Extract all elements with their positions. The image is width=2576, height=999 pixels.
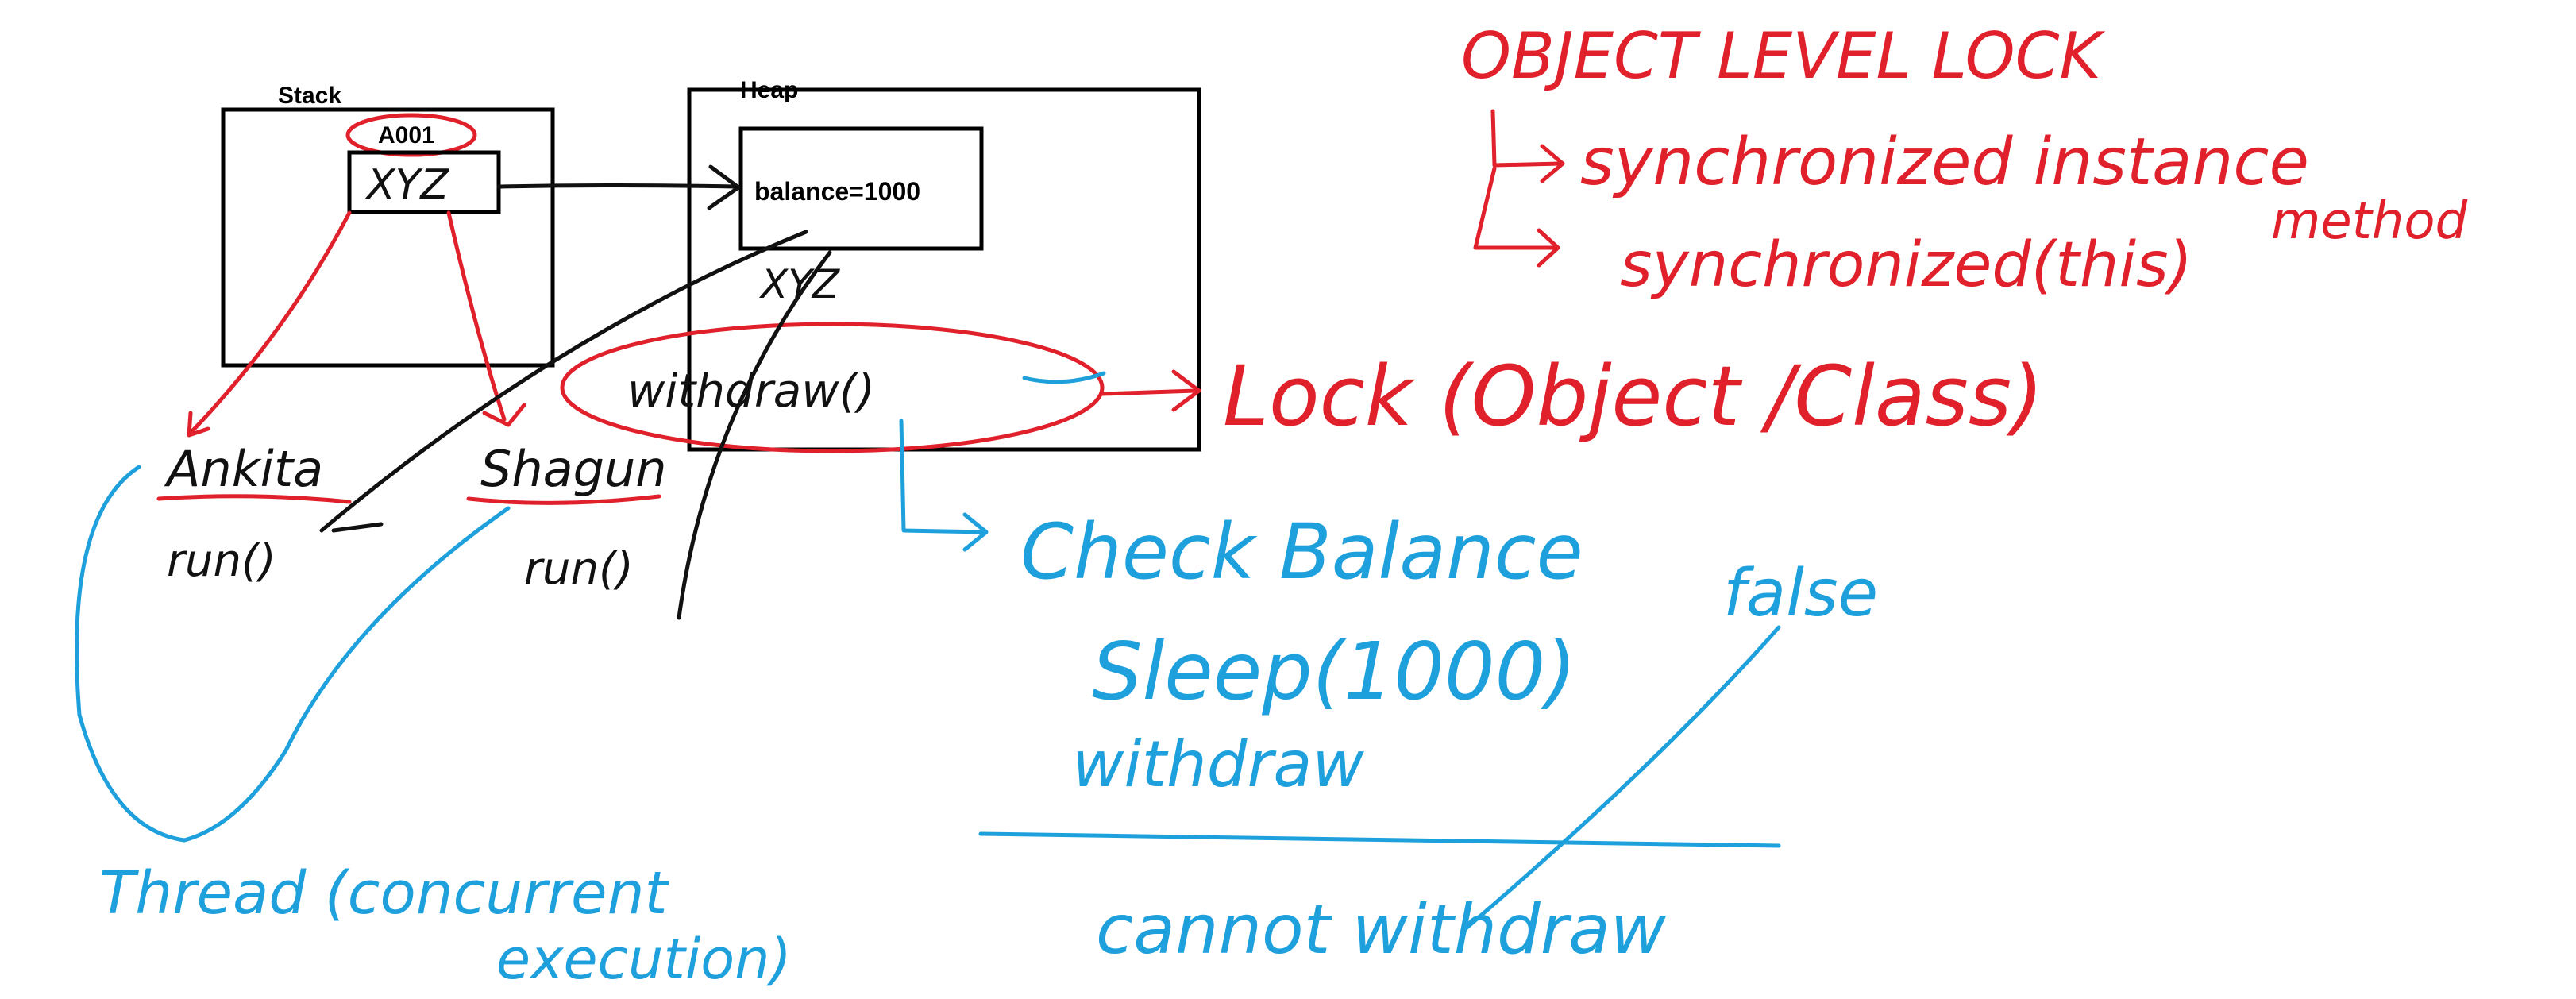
stack-to-ankita-line [188,210,352,435]
stack-region: Stack A001 XYZ [221,83,555,368]
option2-text: synchronized(this) [1620,230,2192,301]
lock-arrow [1100,369,1201,412]
reference-arrow [496,164,741,210]
heap-label: Heap [740,77,798,103]
ref-id-label: A001 [378,122,435,148]
step-sleep: Sleep(1000) [1092,625,1576,718]
thread-note-line1: Thread (concurrent [99,859,669,928]
step-check-balance: Check Balance [1020,507,1583,596]
thread1-name: Ankita [164,440,323,498]
method-to-steps-arrow [899,418,987,534]
steps-divider [978,831,1781,848]
lock-text: Lock (Object /Class) [1223,348,2044,445]
heap-object-label: balance=1000 [754,177,920,206]
option1-suffix: method [2271,192,2468,251]
option1-text: synchronized instance [1580,125,2309,200]
thread1-run: run() [167,535,276,587]
withdraw-text: withdraw() [627,364,875,418]
stack-to-shagun-line [446,210,507,422]
stack-ref-text: XYZ [364,161,449,209]
step-withdraw: withdraw [1072,727,1364,801]
withdraw-method: withdraw() [560,322,1106,453]
thread2-name: Shagun [480,440,667,498]
option1-arrow [1490,109,1563,168]
heap-ref-text: XYZ [758,261,841,307]
thread-brace-left [75,465,187,843]
thread2-run: run() [524,543,634,595]
steps: Check Balance false Sleep(1000) withdraw… [899,418,1878,970]
object-lock-title: OBJECT LEVEL LOCK [1461,19,2105,93]
lock-notes: OBJECT LEVEL LOCK synchronized instance … [1223,19,2468,445]
thread-note-line2: execution) [496,927,792,992]
whiteboard-canvas: Stack A001 XYZ Heap balance=1000 XYZ wit… [75,19,2468,992]
stack-label: Stack [278,83,341,109]
conclusion-text: cannot withdraw [1096,890,1667,970]
step-check-balance-result: false [1723,556,1878,631]
